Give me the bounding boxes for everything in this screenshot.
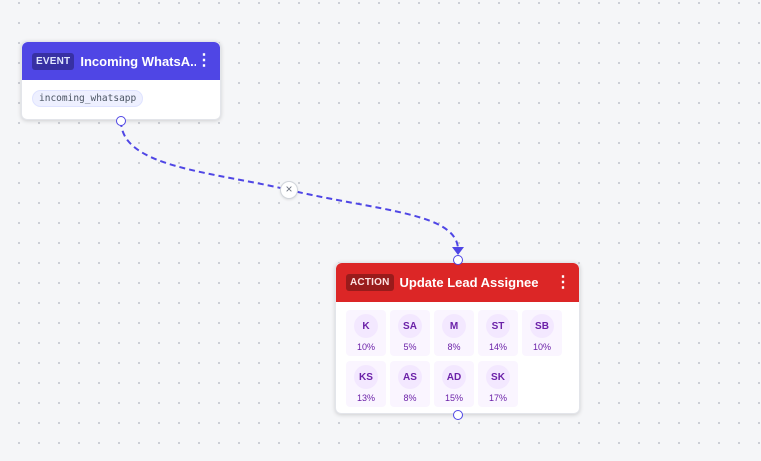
close-icon: ×: [285, 182, 293, 196]
assignee-grid: K 10% SA 5% M 8% ST 14% SB 10% KS 13% AS…: [336, 302, 579, 415]
assignee-cell: ST 14%: [478, 310, 518, 356]
avatar: SK: [486, 365, 510, 389]
event-node-header[interactable]: EVENT Incoming WhatsA... ⋮: [22, 42, 220, 80]
action-node[interactable]: ACTION Update Lead Assignee ⋮ K 10% SA 5…: [335, 262, 580, 414]
assignee-cell: M 8%: [434, 310, 474, 356]
action-badge: ACTION: [346, 274, 394, 291]
assignee-percent: 10%: [532, 342, 551, 352]
avatar: AS: [398, 365, 422, 389]
edge-delete-button[interactable]: ×: [280, 181, 298, 199]
assignee-cell: SA 5%: [390, 310, 430, 356]
assignee-percent: 5%: [403, 342, 417, 352]
assignee-percent: 8%: [403, 393, 417, 403]
assignee-cell: KS 13%: [346, 361, 386, 407]
assignee-cell: AS 8%: [390, 361, 430, 407]
event-output-handle[interactable]: [116, 116, 126, 126]
action-input-handle[interactable]: [453, 255, 463, 265]
assignee-percent: 14%: [488, 342, 507, 352]
assignee-percent: 15%: [444, 393, 463, 403]
avatar: SA: [398, 314, 422, 338]
action-output-handle[interactable]: [453, 410, 463, 420]
edge-arrow-icon: [452, 247, 464, 255]
event-node-body: incoming_whatsapp: [22, 80, 220, 115]
avatar: AD: [442, 365, 466, 389]
event-node-title: Incoming WhatsA...: [80, 53, 196, 69]
action-node-title: Update Lead Assignee: [399, 275, 539, 290]
avatar: M: [442, 314, 466, 338]
assignee-percent: 8%: [447, 342, 461, 352]
avatar: K: [354, 314, 378, 338]
event-node[interactable]: EVENT Incoming WhatsA... ⋮ incoming_what…: [21, 41, 221, 120]
assignee-cell: SK 17%: [478, 361, 518, 407]
kebab-menu-icon[interactable]: ⋮: [555, 274, 571, 290]
assignee-cell: SB 10%: [522, 310, 562, 356]
assignee-percent: 10%: [356, 342, 375, 352]
kebab-menu-icon[interactable]: ⋮: [196, 53, 212, 69]
assignee-percent: 13%: [356, 393, 375, 403]
assignee-percent: 17%: [488, 393, 507, 403]
avatar: SB: [530, 314, 554, 338]
action-node-header[interactable]: ACTION Update Lead Assignee ⋮: [336, 263, 579, 302]
event-tag: incoming_whatsapp: [32, 90, 144, 107]
assignee-cell: AD 15%: [434, 361, 474, 407]
avatar: KS: [354, 365, 378, 389]
event-badge: EVENT: [32, 52, 75, 70]
assignee-cell: K 10%: [346, 310, 386, 356]
avatar: ST: [486, 314, 510, 338]
